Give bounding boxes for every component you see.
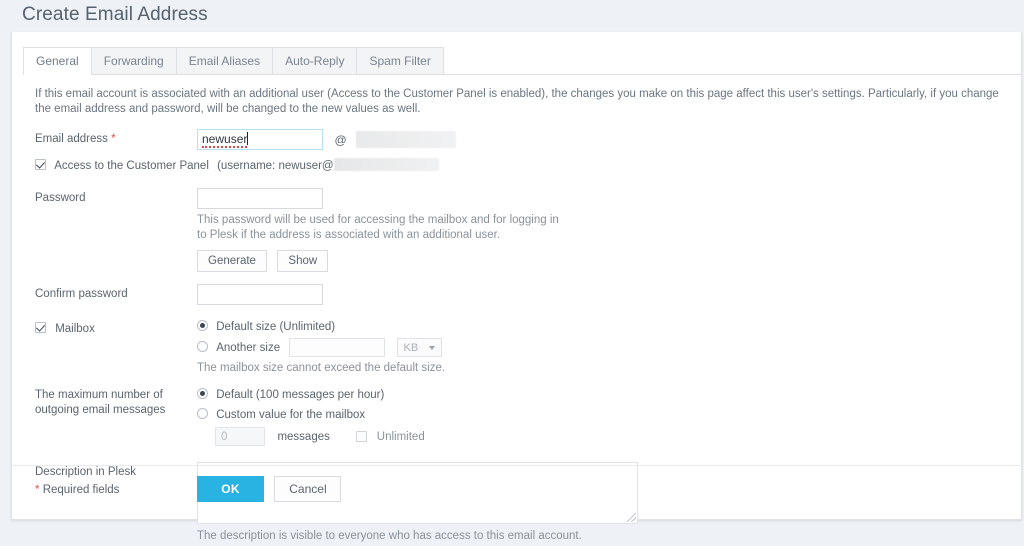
mailbox-default-size-label: Default size (Unlimited) bbox=[216, 321, 336, 333]
customer-panel-checkbox-line[interactable]: Access to the Customer Panel (username: … bbox=[35, 158, 439, 174]
row-password: Password This password will be used for … bbox=[12, 188, 1021, 272]
mailbox-default-size-radio[interactable] bbox=[197, 320, 208, 331]
email-address-field: newuser @ bbox=[197, 129, 1021, 150]
form-footer: * Required fields OK Cancel bbox=[12, 465, 1021, 519]
mailbox-unit-value: KB bbox=[403, 342, 419, 354]
required-fields-asterisk: * bbox=[35, 484, 40, 496]
tab-email-aliases[interactable]: Email Aliases bbox=[175, 47, 274, 74]
row-customer-panel: Access to the Customer Panel (username: … bbox=[12, 158, 1021, 174]
mailbox-unit-select[interactable]: KB bbox=[396, 338, 442, 357]
mailbox-default-size-option[interactable]: Default size (Unlimited) bbox=[197, 319, 1021, 335]
password-hint: This password will be used for accessing… bbox=[197, 214, 559, 241]
tab-auto-reply[interactable]: Auto-Reply bbox=[272, 47, 358, 74]
generate-password-button[interactable]: Generate bbox=[197, 250, 267, 272]
mailbox-checkbox[interactable] bbox=[35, 322, 46, 333]
mailbox-another-size-label: Another size bbox=[216, 341, 281, 354]
row-outgoing-messages: The maximum number of outgoing email mes… bbox=[12, 387, 1021, 446]
outgoing-unlimited-label: Unlimited bbox=[376, 430, 425, 443]
confirm-password-input[interactable] bbox=[197, 284, 323, 305]
customer-panel-label: Access to the Customer Panel bbox=[54, 160, 209, 172]
password-input[interactable] bbox=[197, 188, 323, 209]
ok-button[interactable]: OK bbox=[197, 476, 264, 502]
domain-redacted-block bbox=[356, 131, 457, 148]
at-symbol: @ bbox=[334, 132, 347, 147]
customer-panel-domain-redacted bbox=[333, 158, 439, 171]
mailbox-label-col: Mailbox bbox=[35, 319, 197, 337]
outgoing-custom-option[interactable]: Custom value for the mailbox bbox=[197, 407, 1021, 423]
outgoing-default-option[interactable]: Default (100 messages per hour) bbox=[197, 387, 1021, 403]
page-title: Create Email Address bbox=[22, 4, 208, 25]
outgoing-label: The maximum number of outgoing email mes… bbox=[35, 389, 166, 416]
tab-spam-filter[interactable]: Spam Filter bbox=[356, 47, 444, 74]
content-panel: General Forwarding Email Aliases Auto-Re… bbox=[11, 32, 1022, 542]
password-field: This password will be used for accessing… bbox=[197, 188, 1021, 272]
confirm-password-field bbox=[197, 284, 1021, 305]
outgoing-custom-radio[interactable] bbox=[197, 408, 208, 419]
show-password-button[interactable]: Show bbox=[277, 250, 329, 272]
email-address-input[interactable] bbox=[197, 129, 323, 150]
required-fields-note: * Required fields bbox=[35, 484, 119, 496]
required-asterisk: * bbox=[111, 133, 116, 145]
customer-panel-username-text: (username: newuser@ bbox=[217, 160, 334, 172]
mailbox-size-input[interactable] bbox=[289, 338, 386, 357]
email-address-label: Email address * bbox=[35, 129, 197, 147]
confirm-password-label: Confirm password bbox=[35, 288, 128, 300]
tab-bar: General Forwarding Email Aliases Auto-Re… bbox=[23, 47, 1021, 75]
mailbox-field: Default size (Unlimited) Another size KB… bbox=[197, 319, 1021, 376]
mailbox-label: Mailbox bbox=[55, 323, 95, 335]
outgoing-field: Default (100 messages per hour) Custom v… bbox=[197, 387, 1021, 446]
row-confirm-password: Confirm password bbox=[12, 284, 1021, 305]
outgoing-custom-controls: 0 messages Unlimited bbox=[215, 427, 1021, 446]
email-input-wrap: newuser bbox=[197, 129, 323, 150]
outgoing-messages-unit: messages bbox=[277, 430, 330, 443]
row-mailbox: Mailbox Default size (Unlimited) Another… bbox=[12, 319, 1021, 376]
outgoing-unlimited-checkbox[interactable] bbox=[356, 430, 368, 442]
outgoing-default-label: Default (100 messages per hour) bbox=[216, 389, 385, 401]
email-address-label-text: Email address bbox=[35, 133, 108, 145]
mailbox-another-size-option[interactable]: Another size KB bbox=[197, 338, 1021, 357]
tab-forwarding[interactable]: Forwarding bbox=[90, 47, 177, 74]
outgoing-custom-label: Custom value for the mailbox bbox=[216, 409, 366, 421]
chevron-down-icon bbox=[428, 346, 435, 350]
description-hint: The description is visible to everyone w… bbox=[197, 530, 582, 542]
mailbox-another-size-radio[interactable] bbox=[197, 340, 208, 352]
password-buttons: Generate Show bbox=[197, 250, 1021, 272]
outgoing-unlimited-wrap[interactable]: Unlimited bbox=[356, 428, 425, 445]
required-fields-text: Required fields bbox=[42, 484, 120, 496]
outgoing-default-radio[interactable] bbox=[197, 388, 208, 399]
cancel-button[interactable]: Cancel bbox=[274, 476, 342, 502]
footer-actions: OK Cancel bbox=[197, 476, 342, 502]
page-root: Create Email Address General Forwarding … bbox=[0, 0, 1024, 546]
intro-text: If this email account is associated with… bbox=[35, 88, 999, 115]
outgoing-messages-input[interactable]: 0 bbox=[215, 427, 265, 446]
tab-general[interactable]: General bbox=[23, 47, 92, 75]
password-label: Password bbox=[35, 192, 86, 204]
row-email-address: Email address * newuser @ bbox=[12, 129, 1021, 150]
mailbox-hint: The mailbox size cannot exceed the defau… bbox=[197, 362, 446, 374]
customer-panel-checkbox[interactable] bbox=[35, 159, 46, 170]
